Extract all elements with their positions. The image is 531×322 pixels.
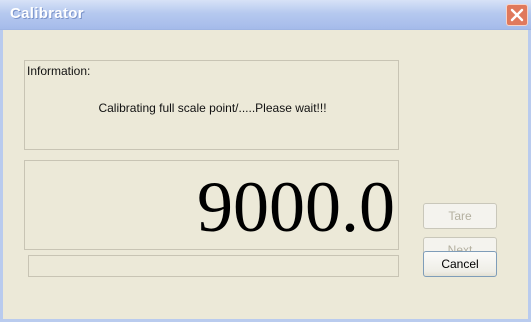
information-panel: Information: Calibrating full scale poin… — [24, 60, 399, 150]
window-title: Calibrator — [10, 5, 84, 22]
information-label: Information: — [27, 64, 91, 78]
calibrator-window: Calibrator Information: Calibrating full… — [0, 0, 531, 322]
reading-value: 9000.0 — [197, 167, 395, 247]
title-bar[interactable]: Calibrator — [0, 0, 531, 30]
reading-display-panel: 9000.0 — [24, 160, 399, 250]
status-message: Calibrating full scale point/.....Please… — [98, 101, 327, 115]
cancel-button[interactable]: Cancel — [423, 251, 497, 277]
window-frame-left — [0, 30, 3, 322]
close-icon — [510, 8, 524, 22]
progress-bar — [28, 255, 399, 277]
close-button[interactable] — [506, 4, 528, 26]
tare-button[interactable]: Tare — [423, 203, 497, 229]
